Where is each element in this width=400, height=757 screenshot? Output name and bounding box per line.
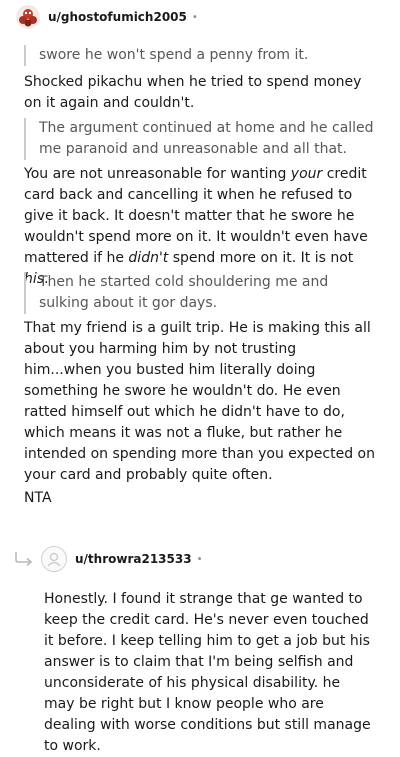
avatar[interactable] (41, 546, 67, 572)
separator-dot: • (196, 553, 203, 565)
emphasis: your (290, 166, 323, 182)
comment-paragraph: That my friend is a guilt trip. He is ma… (24, 320, 375, 483)
reply-body: Honestly. I found it strange that ge wan… (44, 591, 371, 754)
avatar[interactable] (16, 5, 40, 29)
blockquote: The argument continued at home and he ca… (24, 118, 379, 160)
separator-dot: • (191, 11, 198, 23)
reply-arrow-icon (14, 551, 36, 567)
blockquote: swore he won't spend a penny from it. (24, 45, 379, 66)
comment-paragraph: Shocked pikachu when he tried to spend m… (24, 74, 362, 111)
emphasis: didn't (128, 250, 169, 266)
username[interactable]: u/ghostofumich2005 (48, 10, 187, 24)
quote-text: Then he started cold shouldering me and … (39, 274, 329, 311)
verdict: NTA (24, 490, 52, 506)
text-run: spend more on it. It is not (168, 250, 354, 266)
quote-text: The argument continued at home and he ca… (39, 120, 374, 157)
username[interactable]: u/throwra213533 (75, 552, 192, 566)
quote-text: swore he won't spend a penny from it. (39, 47, 309, 63)
text-run: You are not unreasonable for wanting (24, 166, 291, 182)
reply-header: u/throwra213533 • (14, 546, 202, 572)
comment-header: u/ghostofumich2005 • (16, 5, 198, 29)
blockquote: Then he started cold shouldering me and … (24, 272, 379, 314)
